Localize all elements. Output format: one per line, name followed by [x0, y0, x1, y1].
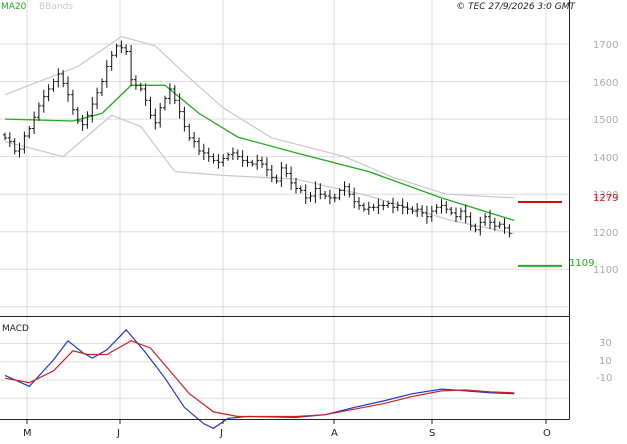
- legend-bbands: BBands: [39, 2, 73, 12]
- copyright-text: © TEC 27/9/2026 3:0 GMT: [456, 2, 576, 12]
- y-tick-1600: 1600: [593, 78, 618, 89]
- ma20-line: [4, 84, 515, 222]
- resistance-label: 1279: [593, 193, 618, 204]
- y-tick-1100: 1100: [593, 265, 618, 276]
- x-month-label-o: O: [543, 428, 551, 439]
- macd-y-tick-minus10: -10: [596, 373, 612, 384]
- support-label: 1109: [569, 258, 594, 269]
- x-month-label-j1: J: [116, 428, 120, 439]
- legend-ma20: MA20: [1, 2, 27, 12]
- x-month-label-a: A: [331, 428, 338, 439]
- x-month-label-s: S: [429, 428, 435, 439]
- bband-upper-line: [4, 35, 515, 199]
- bband-lower-line: [4, 114, 515, 235]
- macd-line: [4, 328, 515, 429]
- macd-y-tick-30: 30: [599, 338, 612, 349]
- stock-chart: MA20 BBands © TEC 27/9/2026 3:0 GMT 1700…: [0, 0, 627, 440]
- chart-canvas: MA20 BBands © TEC 27/9/2026 3:0 GMT 1700…: [0, 0, 618, 439]
- y-tick-1200: 1200: [593, 228, 618, 239]
- macd-y-tick-10: 10: [599, 356, 612, 367]
- y-tick-1400: 1400: [593, 153, 618, 164]
- y-tick-1700: 1700: [593, 40, 618, 51]
- macd-title: MACD: [2, 324, 29, 334]
- x-month-label-j2: J: [219, 428, 223, 439]
- x-month-label-m: M: [23, 428, 32, 439]
- y-tick-1500: 1500: [593, 115, 618, 126]
